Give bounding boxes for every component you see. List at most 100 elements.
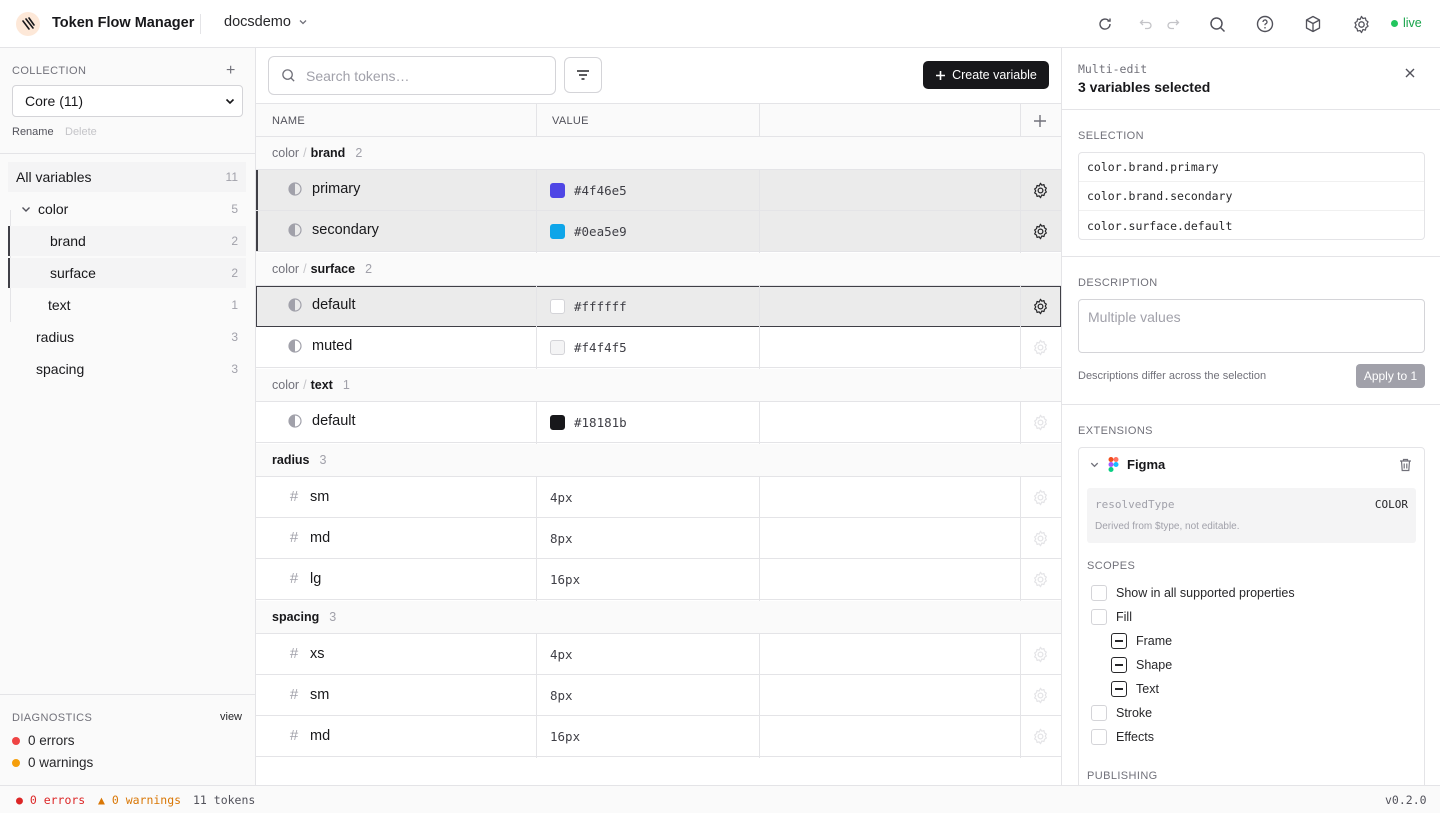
chevron-down-icon[interactable] [20, 203, 32, 215]
token-value[interactable]: 8px [550, 688, 573, 703]
checkbox[interactable] [1091, 705, 1107, 721]
project-switcher[interactable]: docsdemo [224, 14, 309, 30]
trash-icon[interactable] [1399, 458, 1412, 472]
add-collection-icon[interactable]: + [226, 62, 235, 80]
token-value[interactable]: 16px [550, 572, 580, 587]
gear-icon[interactable] [1032, 182, 1049, 199]
scope-text-checkbox[interactable]: Text [1111, 681, 1159, 697]
token-value[interactable]: #18181b [574, 415, 627, 430]
table-row[interactable]: secondary #0ea5e9 [256, 211, 1061, 252]
tree-item-radius[interactable]: radius 3 [8, 322, 246, 352]
token-name: muted [312, 338, 353, 354]
token-value[interactable]: 16px [550, 729, 580, 744]
extension-header[interactable]: Figma [1089, 457, 1165, 472]
group-header-text: color / text 1 [256, 369, 1061, 402]
package-icon[interactable] [1303, 14, 1323, 34]
color-swatch[interactable] [550, 340, 565, 355]
gear-icon[interactable] [1032, 530, 1049, 547]
delete-button[interactable]: Delete [65, 126, 97, 138]
scope-effects-checkbox[interactable]: Effects [1091, 729, 1154, 745]
table-row[interactable]: default #18181b [256, 402, 1061, 443]
filter-button[interactable] [564, 57, 602, 93]
token-name: sm [310, 488, 330, 505]
tree-item-all-variables[interactable]: All variables 11 [8, 162, 246, 192]
token-value[interactable]: 8px [550, 531, 573, 546]
description-placeholder: Multiple values [1088, 309, 1181, 325]
rename-button[interactable]: Rename [12, 126, 54, 138]
undo-icon[interactable] [1136, 14, 1156, 34]
search-icon[interactable] [1207, 14, 1227, 34]
tree-item-color[interactable]: color 5 [8, 194, 246, 224]
gear-icon[interactable] [1032, 687, 1049, 704]
scope-frame-checkbox[interactable]: Frame [1111, 633, 1172, 649]
project-name: docsdemo [224, 14, 291, 30]
tree-item-spacing[interactable]: spacing 3 [8, 354, 246, 384]
table-row[interactable]: # md 16px [256, 716, 1061, 757]
token-value[interactable]: #f4f4f5 [574, 340, 627, 355]
gear-icon[interactable] [1032, 728, 1049, 745]
color-swatch[interactable] [550, 415, 565, 430]
tree-item-text[interactable]: text 1 [8, 290, 246, 320]
table-row[interactable]: # xs 4px [256, 634, 1061, 675]
resolved-type-key: resolvedType [1095, 498, 1175, 511]
status-bar: ● 0 errors ▲ 0 warnings 11 tokens v0.2.0 [0, 785, 1440, 813]
color-type-icon [288, 414, 302, 428]
color-swatch[interactable] [550, 183, 565, 198]
tree-item-brand[interactable]: brand 2 [8, 226, 246, 256]
description-textarea[interactable]: Multiple values [1078, 299, 1425, 353]
search-input[interactable]: Search tokens… [268, 56, 556, 95]
token-value[interactable]: 4px [550, 647, 573, 662]
tree-item-surface[interactable]: surface 2 [8, 258, 246, 288]
token-value[interactable]: #4f46e5 [574, 183, 627, 198]
color-swatch[interactable] [550, 224, 565, 239]
gear-icon[interactable] [1032, 489, 1049, 506]
figma-icon [1108, 457, 1119, 472]
diagnostics-view-link[interactable]: view [220, 711, 242, 723]
scope-stroke-checkbox[interactable]: Stroke [1091, 705, 1152, 721]
add-column-icon[interactable] [1032, 113, 1048, 129]
create-variable-button[interactable]: Create variable [923, 61, 1049, 89]
table-row[interactable]: # sm 8px [256, 675, 1061, 716]
chevron-down-icon[interactable] [1089, 459, 1100, 470]
scope-shape-checkbox[interactable]: Shape [1111, 657, 1172, 673]
scope-fill-checkbox[interactable]: Fill [1091, 609, 1132, 625]
checkbox[interactable] [1091, 729, 1107, 745]
token-value[interactable]: #0ea5e9 [574, 224, 627, 239]
table-row[interactable]: # md 8px [256, 518, 1061, 559]
gear-icon[interactable] [1032, 646, 1049, 663]
gear-icon[interactable] [1032, 298, 1049, 315]
column-value-header: VALUE [552, 115, 589, 127]
redo-icon[interactable] [1163, 14, 1183, 34]
token-name: default [312, 413, 356, 429]
token-value[interactable]: #ffffff [574, 299, 627, 314]
gear-icon[interactable] [1032, 339, 1049, 356]
indeterminate-checkbox[interactable] [1111, 633, 1127, 649]
scope-all-checkbox[interactable]: Show in all supported properties [1091, 585, 1295, 601]
panel-title: 3 variables selected [1078, 79, 1211, 95]
gear-icon[interactable] [1032, 223, 1049, 240]
indeterminate-checkbox[interactable] [1111, 681, 1127, 697]
plus-icon [935, 70, 946, 81]
token-value[interactable]: 4px [550, 490, 573, 505]
table-row[interactable]: primary #4f46e5 [256, 170, 1061, 211]
collection-select[interactable]: Core (11) [12, 85, 243, 117]
scope-label: Text [1136, 682, 1159, 696]
table-row[interactable]: # sm 4px [256, 477, 1061, 518]
help-icon[interactable] [1255, 14, 1275, 34]
color-swatch[interactable] [550, 299, 565, 314]
close-icon[interactable] [1404, 67, 1416, 79]
gear-icon[interactable] [1351, 14, 1371, 34]
apply-button[interactable]: Apply to 1 [1356, 364, 1425, 388]
checkbox[interactable] [1091, 609, 1107, 625]
table-row[interactable]: default #ffffff [256, 286, 1061, 327]
gear-icon[interactable] [1032, 414, 1049, 431]
refresh-icon[interactable] [1095, 14, 1115, 34]
table-row[interactable]: # lg 16px [256, 559, 1061, 600]
color-type-icon [288, 298, 302, 312]
scope-label: Shape [1136, 658, 1173, 672]
indeterminate-checkbox[interactable] [1111, 657, 1127, 673]
checkbox[interactable] [1091, 585, 1107, 601]
gear-icon[interactable] [1032, 571, 1049, 588]
token-name: md [310, 727, 331, 744]
table-row[interactable]: muted #f4f4f5 [256, 327, 1061, 368]
